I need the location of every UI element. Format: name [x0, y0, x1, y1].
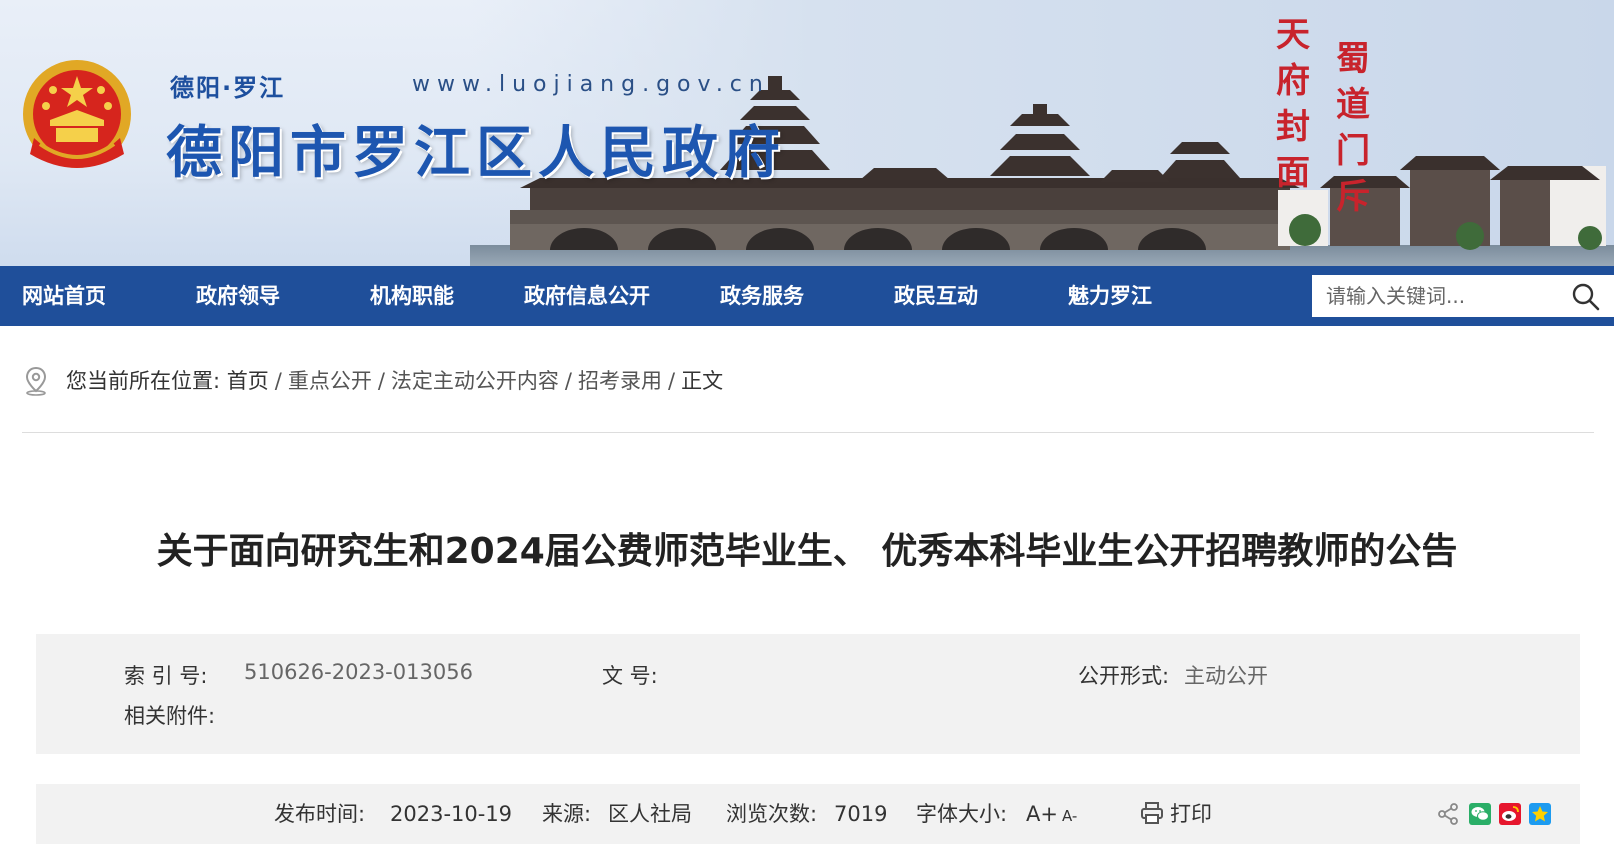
breadcrumb-home[interactable]: 首页 [227, 369, 269, 393]
wechat-icon[interactable] [1468, 802, 1492, 826]
disclosure-form-label: 公开形式: [1078, 664, 1170, 688]
location-pin-icon [25, 366, 47, 396]
attachments-label: 相关附件: [124, 704, 216, 728]
search-box [1312, 275, 1614, 317]
calligraphy-char: 斥 [1336, 177, 1370, 217]
qzone-icon[interactable] [1528, 802, 1552, 826]
font-size-label: 字体大小: [916, 802, 1008, 826]
breadcrumb-separator: / [564, 369, 572, 393]
calligraphy-char: 天 [1276, 15, 1310, 55]
index-number-label: 索 引 号: [124, 664, 208, 688]
view-count-value: 7019 [834, 802, 888, 826]
site-title: 德阳市罗江区人民政府 [166, 121, 786, 186]
font-smaller-button[interactable]: A- [1062, 786, 1077, 846]
nav-item-info-disclosure[interactable]: 政府信息公开 [524, 266, 650, 326]
site-url: www.luojiang.gov.cn [412, 72, 770, 97]
nav-item-leaders[interactable]: 政府领导 [196, 266, 280, 326]
header-banner: 德阳·罗江 www.luojiang.gov.cn 德阳市罗江区人民政府 天 府… [0, 0, 1614, 266]
nav-item-interaction[interactable]: 政民互动 [894, 266, 978, 326]
calligraphy-left: 天 府 封 面 [1276, 12, 1310, 196]
calligraphy-char: 蜀 [1336, 39, 1370, 79]
breadcrumb-separator: / [377, 369, 385, 393]
metadata-panel: 索 引 号: 510626-2023-013056 文 号: 公开形式: 主动公… [36, 634, 1580, 754]
site-subtitle: 德阳·罗江 [170, 74, 286, 102]
view-count-label: 浏览次数: [726, 802, 818, 826]
calligraphy-char: 封 [1276, 107, 1310, 147]
publish-time-value: 2023-10-19 [390, 802, 513, 826]
divider [22, 432, 1594, 433]
breadcrumb-trail: 您当前所在位置: 首页 / 重点公开 / 法定主动公开内容 / 招考录用 / 正文 [66, 363, 723, 399]
weibo-icon[interactable] [1498, 802, 1522, 826]
calligraphy-right: 蜀 道 门 斥 [1336, 36, 1370, 220]
main-nav: 网站首页 政府领导 机构职能 政府信息公开 政务服务 政民互动 魅力罗江 [0, 266, 1614, 326]
index-number-value: 510626-2023-013056 [244, 660, 473, 684]
disclosure-form-value: 主动公开 [1184, 664, 1268, 688]
nav-item-home[interactable]: 网站首页 [22, 266, 106, 326]
font-larger-button[interactable]: A+ [1026, 784, 1058, 844]
breadcrumb-statutory-content[interactable]: 法定主动公开内容 [391, 369, 559, 393]
calligraphy-char: 府 [1276, 61, 1310, 101]
breadcrumb-recruitment[interactable]: 招考录用 [578, 369, 662, 393]
document-number-label: 文 号: [602, 664, 658, 688]
print-button[interactable]: 打印 [1170, 784, 1212, 844]
breadcrumb-separator: / [274, 369, 282, 393]
search-icon[interactable] [1568, 279, 1604, 313]
search-input[interactable] [1312, 275, 1576, 317]
national-emblem [23, 60, 131, 168]
nav-item-functions[interactable]: 机构职能 [370, 266, 454, 326]
share-icon[interactable] [1436, 802, 1460, 826]
article-title: 关于面向研究生和2024届公费师范毕业生、 优秀本科毕业生公开招聘教师的公告 [156, 531, 1458, 572]
calligraphy-char: 面 [1276, 153, 1310, 193]
nav-item-services[interactable]: 政务服务 [720, 266, 804, 326]
breadcrumb-prefix: 您当前所在位置: [66, 369, 221, 393]
calligraphy-char: 道 [1336, 85, 1370, 125]
calligraphy-char: 门 [1336, 131, 1370, 171]
breadcrumb-separator: / [668, 369, 676, 393]
publish-time-label: 发布时间: [274, 802, 366, 826]
source-value: 区人社局 [608, 802, 692, 826]
breadcrumb-key-disclosure[interactable]: 重点公开 [288, 369, 372, 393]
printer-icon[interactable] [1140, 801, 1164, 825]
article-info-bar: 发布时间: 2023-10-19 来源: 区人社局 浏览次数: 7019 字体大… [36, 784, 1580, 844]
source-label: 来源: [542, 802, 592, 826]
nav-item-charm-luojiang[interactable]: 魅力罗江 [1068, 266, 1152, 326]
breadcrumb-current: 正文 [681, 369, 724, 393]
